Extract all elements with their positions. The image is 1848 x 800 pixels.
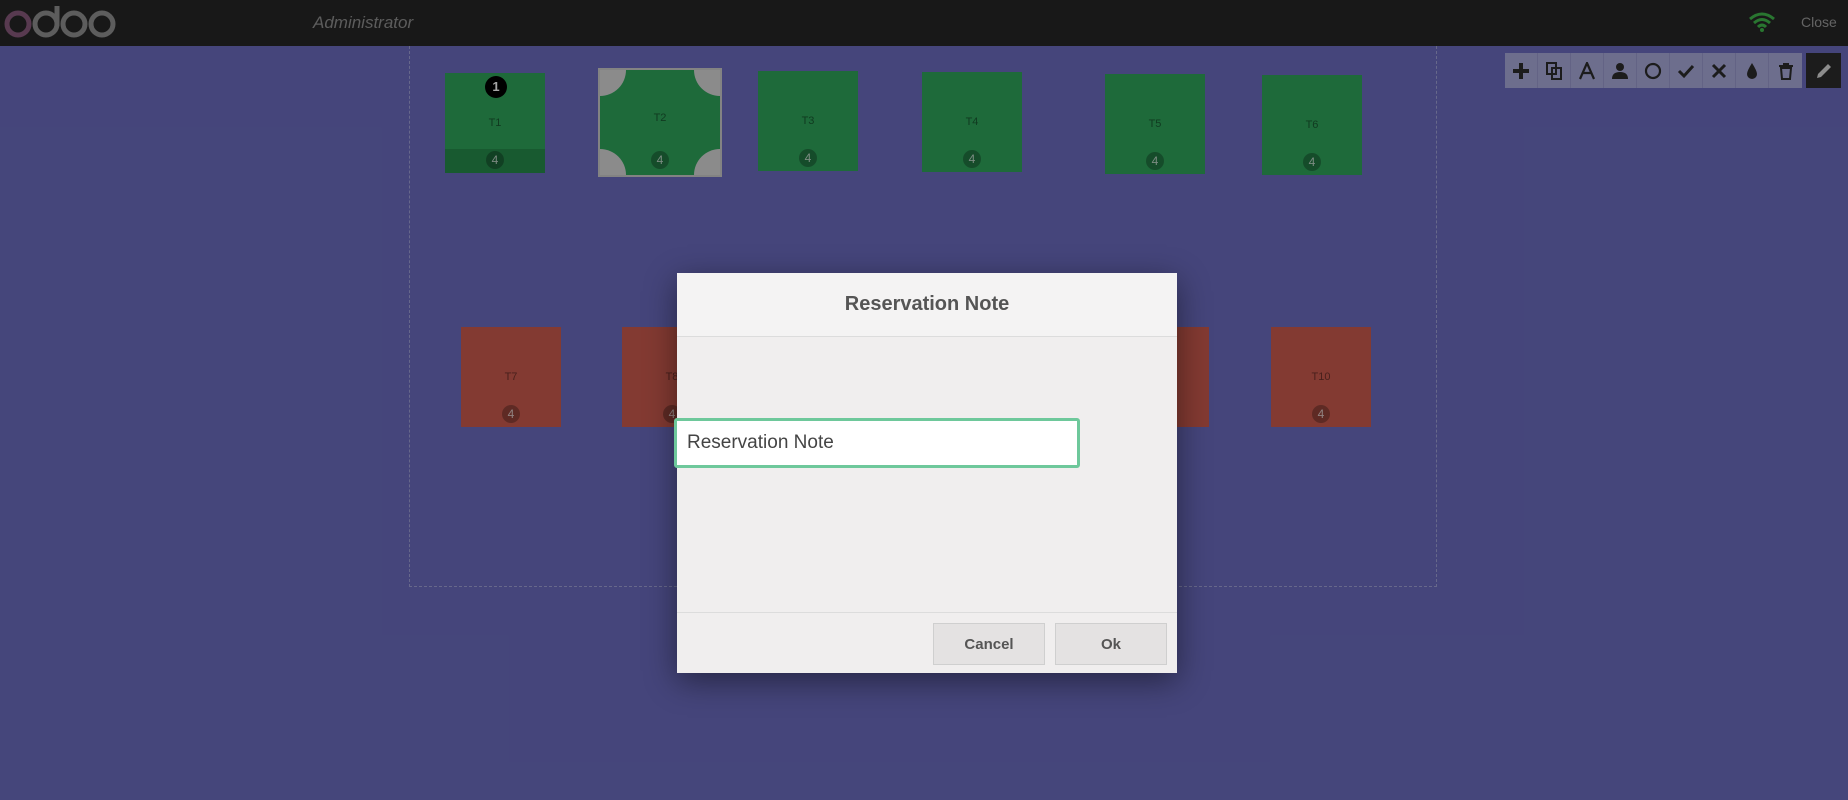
dialog-title: Reservation Note bbox=[844, 293, 1010, 315]
ok-button[interactable]: Ok bbox=[1055, 623, 1167, 665]
reservation-note-dialog: Reservation Note Cancel Ok bbox=[674, 273, 1177, 673]
dialog-header: Reservation Note bbox=[677, 273, 1177, 337]
dialog-body bbox=[674, 337, 1177, 612]
dialog-footer: Cancel Ok bbox=[677, 612, 1177, 673]
cancel-button[interactable]: Cancel bbox=[933, 623, 1045, 665]
reservation-note-input[interactable] bbox=[674, 418, 1080, 468]
